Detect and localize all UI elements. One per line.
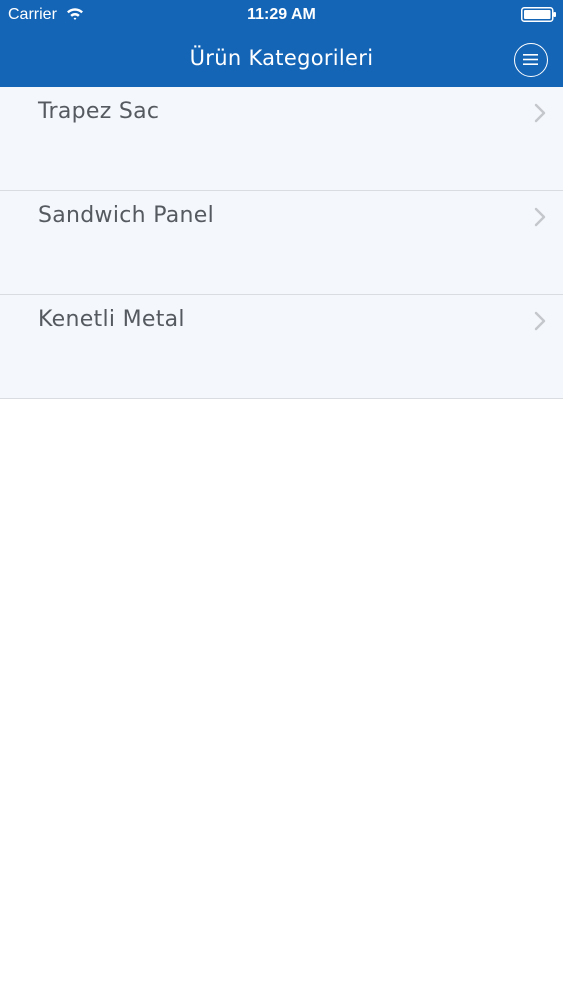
category-label: Trapez Sac bbox=[38, 99, 160, 124]
menu-icon bbox=[523, 54, 538, 65]
page-title: Ürün Kategorileri bbox=[189, 46, 374, 70]
top-bar: Carrier 11:29 AM Ürün Kategorileri bbox=[0, 0, 563, 87]
menu-button[interactable] bbox=[514, 43, 548, 77]
status-bar: Carrier 11:29 AM bbox=[0, 0, 563, 30]
navigation-bar: Ürün Kategorileri bbox=[0, 30, 563, 87]
screen: Carrier 11:29 AM Ürün Kategorileri Trape… bbox=[0, 0, 563, 1000]
category-item-trapez-sac[interactable]: Trapez Sac bbox=[0, 87, 563, 191]
chevron-right-icon bbox=[534, 207, 546, 227]
category-item-kenetli-metal[interactable]: Kenetli Metal bbox=[0, 295, 563, 399]
category-label: Sandwich Panel bbox=[38, 203, 215, 228]
category-item-sandwich-panel[interactable]: Sandwich Panel bbox=[0, 191, 563, 295]
battery-icon bbox=[521, 7, 556, 22]
chevron-right-icon bbox=[534, 103, 546, 123]
status-time: 11:29 AM bbox=[247, 6, 316, 23]
category-list: Trapez Sac Sandwich Panel Kenetli Metal bbox=[0, 87, 563, 399]
category-label: Kenetli Metal bbox=[38, 307, 185, 332]
chevron-right-icon bbox=[534, 311, 546, 331]
